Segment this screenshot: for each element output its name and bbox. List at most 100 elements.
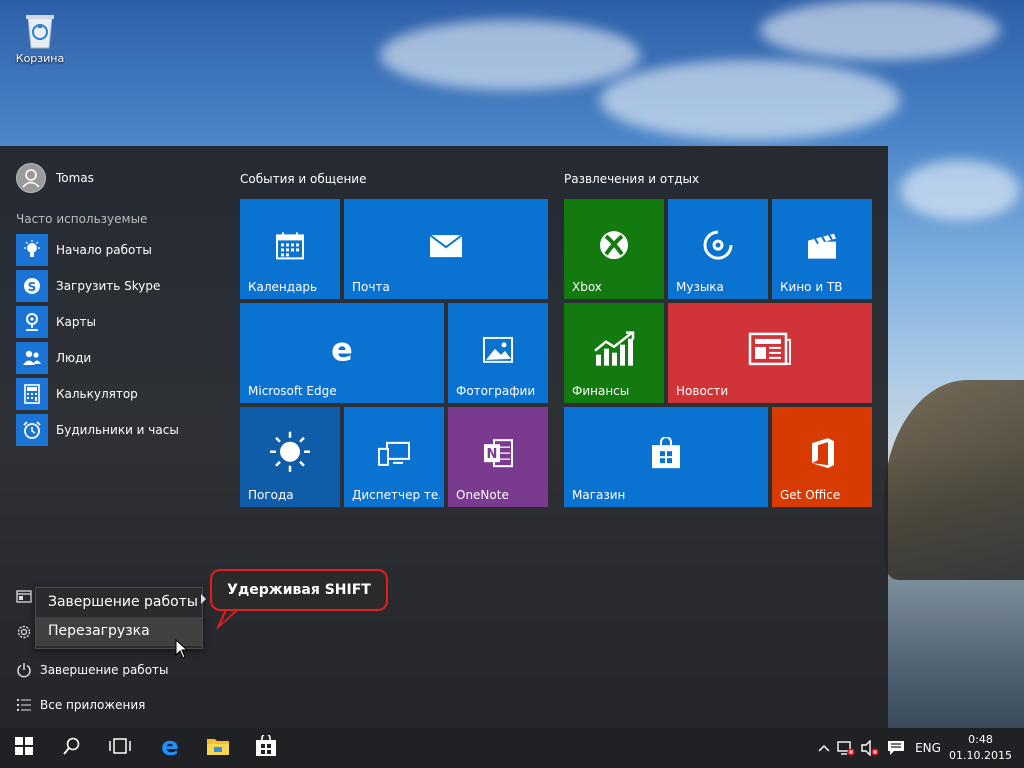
action-center-icon[interactable] — [882, 740, 910, 756]
tile-label: Новости — [676, 384, 729, 398]
annotation-callout: Удерживая SHIFT — [210, 569, 388, 611]
tile-group-title-left: События и общение — [240, 172, 367, 186]
map-pin-icon — [16, 306, 48, 338]
tile-label: Погода — [248, 488, 294, 502]
app-item-calculator[interactable]: Калькулятор — [16, 378, 179, 410]
app-item-label: Загрузить Skype — [56, 279, 161, 293]
tile-label: Xbox — [572, 280, 602, 294]
search-button[interactable] — [48, 728, 96, 768]
windows-logo-icon — [15, 737, 33, 759]
svg-text:S: S — [28, 280, 37, 294]
all-apps-button[interactable]: Все приложения — [14, 698, 145, 712]
taskbar: e ENG 0:48 01.10.2015 — [0, 728, 1024, 768]
taskbar-store-button[interactable] — [242, 728, 290, 768]
taskbar-file-explorer-button[interactable] — [194, 728, 242, 768]
clock-time: 0:48 — [968, 733, 993, 746]
tile-label: Музыка — [676, 280, 724, 294]
tile-get-office[interactable]: Get Office — [772, 407, 872, 507]
tile-edge[interactable]: e Microsoft Edge — [240, 303, 444, 403]
network-disconnected-icon[interactable] — [834, 740, 858, 756]
tile-label: Календарь — [248, 280, 318, 294]
tile-label: OneNote — [456, 488, 509, 502]
tile-label: Microsoft Edge — [248, 384, 337, 398]
store-bag-icon — [651, 437, 681, 469]
app-item-skype[interactable]: S Загрузить Skype — [16, 270, 179, 302]
app-item-label: Карты — [56, 315, 96, 329]
calculator-icon — [16, 378, 48, 410]
office-icon — [808, 437, 836, 469]
tile-device-manager[interactable]: Диспетчер те... — [344, 407, 444, 507]
edge-icon: e — [158, 732, 182, 762]
app-item-maps[interactable]: Карты — [16, 306, 179, 338]
tile-mail[interactable]: Почта — [344, 199, 548, 299]
music-disc-icon — [702, 229, 734, 261]
tile-label: Магазин — [572, 488, 626, 502]
tile-photos[interactable]: Фотографии — [448, 303, 548, 403]
tile-weather[interactable]: Погода — [240, 407, 340, 507]
app-item-label: Начало работы — [56, 243, 152, 257]
app-item-alarms[interactable]: Будильники и часы — [16, 414, 179, 446]
app-item-people[interactable]: Люди — [16, 342, 179, 374]
app-item-get-started[interactable]: Начало работы — [16, 234, 179, 266]
skype-icon: S — [16, 270, 48, 302]
photos-icon — [483, 336, 513, 363]
power-button-label: Завершение работы — [40, 663, 169, 677]
tile-label: Фотографии — [456, 384, 536, 398]
recycle-bin-label: Корзина — [15, 52, 65, 65]
tile-news[interactable]: Новости — [668, 303, 872, 403]
app-item-label: Калькулятор — [56, 387, 138, 401]
recycle-bin-desktop-icon[interactable]: Корзина — [8, 10, 72, 65]
power-icon — [14, 662, 34, 678]
tile-xbox[interactable]: Xbox — [564, 199, 664, 299]
most-used-heading: Часто используемые — [16, 212, 148, 226]
lightbulb-icon — [16, 234, 48, 266]
tile-onenote[interactable]: N OneNote — [448, 407, 548, 507]
tile-label: Кино и ТВ — [780, 280, 843, 294]
taskbar-clock[interactable]: 0:48 01.10.2015 — [949, 732, 1012, 764]
news-icon — [748, 332, 792, 366]
app-item-label: Будильники и часы — [56, 423, 179, 437]
user-avatar-icon — [16, 163, 46, 193]
sun-icon — [268, 430, 312, 474]
start-button[interactable] — [0, 728, 48, 768]
all-apps-label: Все приложения — [40, 698, 146, 712]
clock-date: 01.10.2015 — [949, 749, 1012, 762]
tile-calendar[interactable]: Календарь — [240, 199, 340, 299]
user-account-button[interactable]: Tomas — [16, 162, 94, 194]
chevron-up-icon[interactable] — [814, 744, 834, 752]
tile-label: Get Office — [780, 488, 841, 502]
gear-icon — [14, 624, 34, 640]
power-button[interactable]: Завершение работы — [14, 662, 169, 678]
taskbar-edge-button[interactable]: e — [146, 728, 194, 768]
folder-icon — [206, 736, 230, 760]
svg-text:N: N — [487, 447, 498, 462]
user-name: Tomas — [56, 171, 94, 185]
mail-icon — [429, 234, 463, 258]
tile-movies-tv[interactable]: Кино и ТВ — [772, 199, 872, 299]
callout-text: Удерживая SHIFT — [212, 571, 386, 609]
tile-label: Диспетчер те... — [352, 488, 440, 502]
tile-music[interactable]: Музыка — [668, 199, 768, 299]
input-language-indicator[interactable]: ENG — [910, 741, 946, 755]
task-view-icon — [109, 738, 131, 758]
menu-item-shutdown[interactable]: Завершение работы — [36, 588, 202, 617]
store-bag-icon — [255, 733, 277, 761]
clapperboard-icon — [806, 232, 838, 260]
people-icon — [16, 342, 48, 374]
finance-chart-icon — [592, 331, 636, 367]
devices-icon — [377, 441, 411, 467]
svg-text:e: e — [331, 334, 353, 364]
tile-finance[interactable]: Финансы — [564, 303, 664, 403]
volume-muted-icon[interactable] — [858, 740, 882, 756]
folder-icon — [14, 589, 34, 603]
recycle-bin-icon — [23, 10, 57, 50]
tile-label: Финансы — [572, 384, 630, 398]
edge-icon: e — [327, 334, 357, 364]
onenote-icon: N — [482, 437, 514, 469]
tile-label: Почта — [352, 280, 390, 294]
tile-store[interactable]: Магазин — [564, 407, 768, 507]
alarm-clock-icon — [16, 414, 48, 446]
chevron-right-icon — [201, 594, 206, 604]
task-view-button[interactable] — [96, 728, 144, 768]
calendar-icon — [275, 230, 305, 260]
